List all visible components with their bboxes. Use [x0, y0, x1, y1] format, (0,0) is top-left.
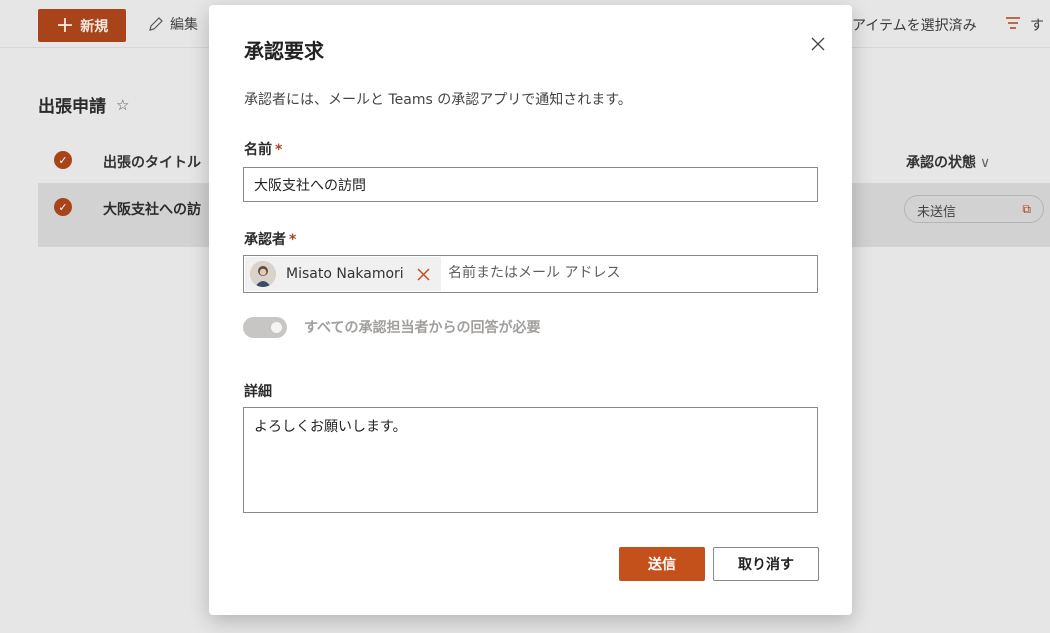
name-label: 名前 *: [244, 139, 282, 159]
toggle-knob: [271, 322, 282, 333]
filter-icon[interactable]: [1005, 17, 1021, 29]
list-title-text: 出張申請: [38, 97, 106, 117]
approver-persona-chip[interactable]: Misato Nakamori: [245, 257, 441, 291]
cancel-button[interactable]: 取り消す: [713, 547, 819, 581]
require-all-toggle[interactable]: [243, 317, 287, 338]
required-marker: *: [275, 142, 283, 158]
pencil-icon: [149, 17, 163, 31]
close-button[interactable]: [807, 33, 829, 55]
remove-icon: [416, 267, 430, 281]
new-button-label: 新規: [80, 18, 109, 35]
row-title[interactable]: 大阪支社への訪: [103, 199, 201, 219]
column-header-status[interactable]: 承認の状態 ∨: [906, 152, 990, 172]
selection-count-text: アイテムを選択済み: [852, 18, 977, 34]
name-field[interactable]: [243, 167, 818, 202]
details-field[interactable]: よろしくお願いします。: [243, 407, 818, 513]
remove-approver-button[interactable]: [414, 265, 432, 283]
dialog-description: 承認者には、メールと Teams の承認アプリで通知されます。: [244, 92, 632, 108]
view-filter-label[interactable]: す: [1030, 15, 1044, 35]
avatar: [250, 261, 276, 287]
edit-button-label: 編集: [170, 17, 198, 33]
column-header-status-label: 承認の状態: [906, 155, 976, 171]
column-header-title[interactable]: 出張のタイトル: [103, 152, 201, 172]
status-badge-label: 未送信: [917, 205, 957, 220]
approval-request-dialog: 承認要求 承認者には、メールと Teams の承認アプリで通知されます。 名前 *…: [209, 5, 852, 615]
plus-icon: +: [55, 12, 75, 38]
required-marker: *: [289, 232, 297, 248]
dialog-title: 承認要求: [244, 39, 324, 63]
details-label: 詳細: [244, 384, 272, 400]
status-badge[interactable]: 未送信 ⧉: [904, 195, 1044, 223]
list-title: 出張申請 ☆: [38, 92, 129, 118]
close-icon: [811, 37, 825, 51]
row-check-circle-icon[interactable]: ✓: [54, 198, 72, 216]
approver-picker[interactable]: Misato Nakamori: [243, 255, 818, 293]
select-all-check-circle-icon[interactable]: ✓: [54, 151, 72, 169]
external-link-icon: ⧉: [1022, 202, 1031, 216]
approver-label-text: 承認者: [244, 232, 286, 248]
approver-search-input[interactable]: [448, 265, 808, 281]
star-icon[interactable]: ☆: [116, 96, 129, 114]
require-all-toggle-label: すべての承認担当者からの回答が必要: [304, 320, 541, 336]
chevron-down-icon: ∨: [980, 155, 991, 171]
edit-button[interactable]: 編集: [148, 14, 198, 34]
name-label-text: 名前: [244, 142, 272, 158]
new-button[interactable]: + 新規: [38, 9, 126, 42]
send-button[interactable]: 送信: [619, 547, 705, 581]
approver-name: Misato Nakamori: [286, 266, 404, 282]
approver-label: 承認者 *: [244, 229, 296, 249]
